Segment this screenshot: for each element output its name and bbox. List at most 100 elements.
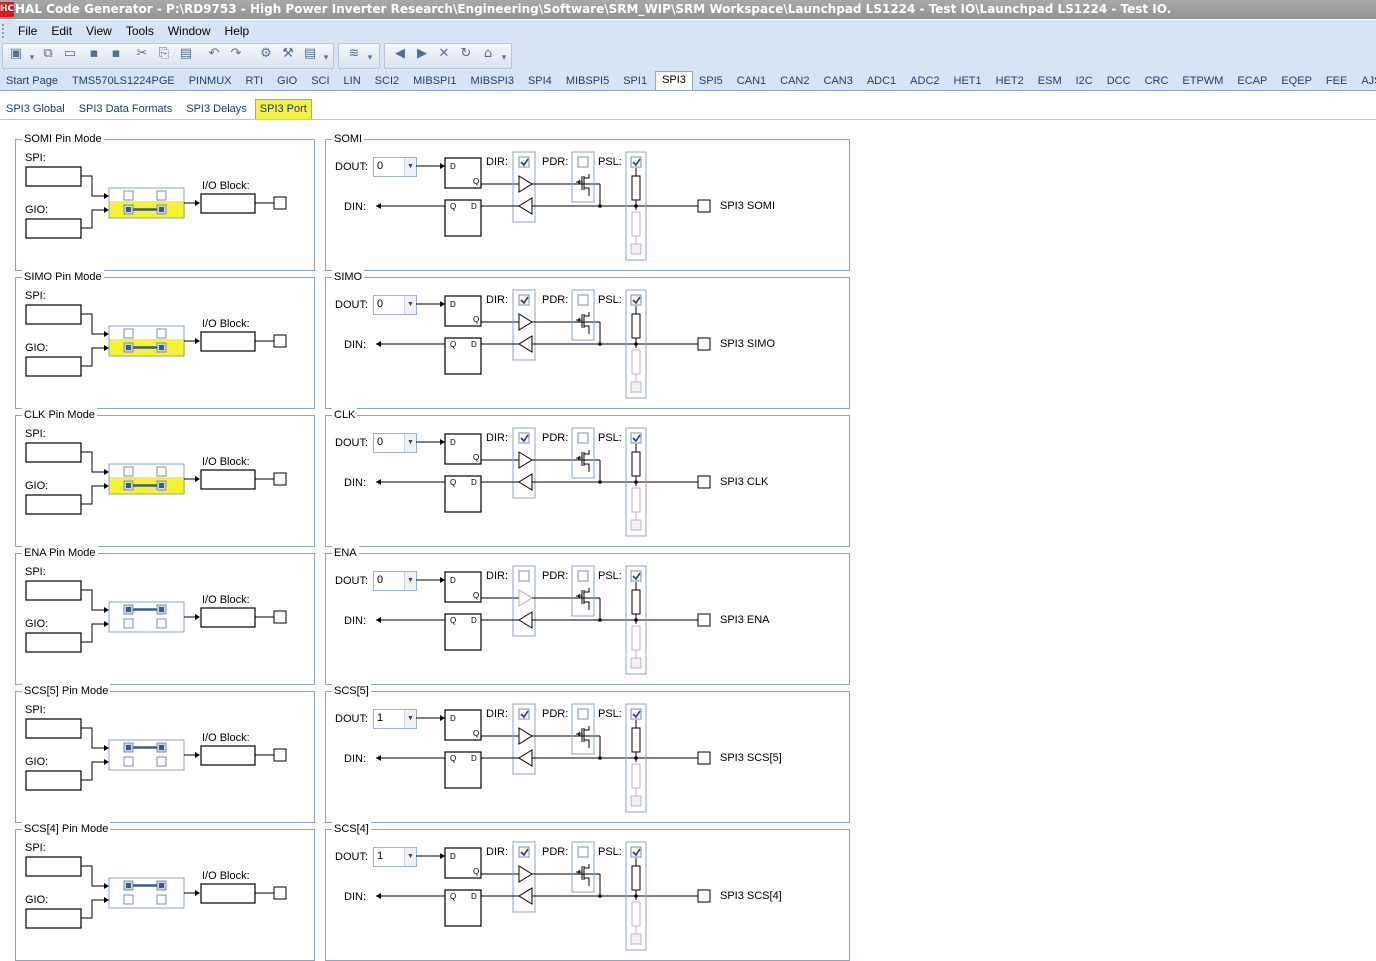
mux-checkbox[interactable] xyxy=(123,618,134,629)
menu-view[interactable]: View xyxy=(80,24,120,38)
tab-can2[interactable]: CAN2 xyxy=(774,75,817,90)
tab-etpwm[interactable]: ETPWM xyxy=(1176,75,1231,90)
dropdown-arrow-icon[interactable]: ▾ xyxy=(28,50,36,66)
mux-checkbox[interactable] xyxy=(156,756,167,767)
pdr-checkbox[interactable] xyxy=(577,708,589,720)
mux-checkbox-mark xyxy=(126,745,131,750)
toolbar-overflow-icon[interactable]: ▾ xyxy=(322,50,330,66)
tab-adc1[interactable]: ADC1 xyxy=(861,75,904,90)
back-icon[interactable]: ◀ xyxy=(392,46,408,62)
save-icon[interactable]: ▪ xyxy=(86,46,102,62)
refresh-icon[interactable]: ↻ xyxy=(458,46,474,62)
tab-crc[interactable]: CRC xyxy=(1139,75,1177,90)
output-buffer-icon xyxy=(518,451,533,469)
redo-icon[interactable]: ↷ xyxy=(228,46,244,62)
tab-sci2[interactable]: SCI2 xyxy=(369,75,407,90)
mux-checkbox[interactable] xyxy=(123,328,134,339)
tab-fee[interactable]: FEE xyxy=(1320,75,1355,90)
settings-icon[interactable]: ⚒ xyxy=(280,46,296,62)
save-all-icon[interactable]: ▪ xyxy=(108,46,124,62)
undo-icon[interactable]: ↶ xyxy=(206,46,222,62)
layers-icon[interactable]: ≋ xyxy=(346,46,362,62)
pull-up-resistor-icon xyxy=(631,865,641,891)
mux-checkbox[interactable] xyxy=(156,618,167,629)
tab-spi4[interactable]: SPI4 xyxy=(522,75,560,90)
pdr-checkbox[interactable] xyxy=(577,294,589,306)
tab-eqep[interactable]: EQEP xyxy=(1275,75,1320,90)
mux-checkbox[interactable] xyxy=(123,894,134,905)
home-icon[interactable]: ⌂ xyxy=(480,46,496,62)
latch-pin-letter: D xyxy=(450,576,456,585)
mux-checkbox[interactable] xyxy=(123,756,134,767)
tab-esm[interactable]: ESM xyxy=(1032,75,1070,90)
tab-spi1[interactable]: SPI1 xyxy=(617,75,655,90)
toolbar-overflow-icon[interactable]: ▾ xyxy=(500,50,508,66)
report-icon[interactable]: ▤ xyxy=(302,46,318,62)
tab-start-page[interactable]: Start Page xyxy=(0,75,66,90)
tab-tms570ls1224pge[interactable]: TMS570LS1224PGE xyxy=(66,75,183,90)
subtab-spi3-global[interactable]: SPI3 Global xyxy=(0,103,73,119)
tab-sci[interactable]: SCI xyxy=(305,75,337,90)
subtab-spi3-port[interactable]: SPI3 Port xyxy=(254,99,312,119)
tab-het1[interactable]: HET1 xyxy=(948,75,990,90)
stop-icon[interactable]: ✕ xyxy=(436,46,452,62)
tab-spi5[interactable]: SPI5 xyxy=(693,75,731,90)
tab-can3[interactable]: CAN3 xyxy=(817,75,860,90)
mux-checkbox[interactable] xyxy=(156,466,167,477)
tab-adc2[interactable]: ADC2 xyxy=(904,75,947,90)
menu-file[interactable]: File xyxy=(12,24,45,38)
pdr-checkbox[interactable] xyxy=(577,432,589,444)
menu-tools[interactable]: Tools xyxy=(120,24,162,38)
cut-icon[interactable]: ✂ xyxy=(134,46,150,62)
din-arrow xyxy=(376,755,381,761)
open-icon[interactable]: ⧉ xyxy=(40,46,56,62)
mux-checkbox[interactable] xyxy=(156,894,167,905)
subtab-spi3-data-formats[interactable]: SPI3 Data Formats xyxy=(73,103,181,119)
tab-i2c[interactable]: I2C xyxy=(1070,75,1101,90)
menu-window[interactable]: Window xyxy=(162,24,219,38)
forward-icon[interactable]: ▶ xyxy=(414,46,430,62)
paste-icon[interactable]: ▤ xyxy=(178,46,194,62)
open-folder-icon[interactable]: ▭ xyxy=(62,46,78,62)
pdr-checkbox[interactable] xyxy=(577,846,589,858)
tab-dcc[interactable]: DCC xyxy=(1101,75,1139,90)
junction-dot xyxy=(634,894,638,898)
new-project-icon[interactable]: ▣ xyxy=(8,46,24,62)
latch-pin-letter: D xyxy=(471,892,477,901)
mux-checkbox[interactable] xyxy=(123,466,134,477)
spi-wire xyxy=(81,727,108,749)
tab-lin[interactable]: LIN xyxy=(338,75,369,90)
din-arrow xyxy=(376,479,381,485)
gio-source-box xyxy=(25,632,82,653)
tab-rti[interactable]: RTI xyxy=(240,75,272,90)
menu-help[interactable]: Help xyxy=(219,24,258,38)
mux-checkbox[interactable] xyxy=(156,328,167,339)
pin-mode-group: SIMO Pin Mode SPI: GIO: I/O Block: xyxy=(15,270,315,409)
dir-checkbox[interactable] xyxy=(518,570,530,582)
pdr-checkbox[interactable] xyxy=(577,570,589,582)
tab-mibspi5[interactable]: MIBSPI5 xyxy=(560,75,617,90)
copy-icon[interactable]: ⎘ xyxy=(156,46,172,62)
spi-source-box xyxy=(25,166,82,187)
tab-ajsm[interactable]: AJSM xyxy=(1355,75,1376,90)
tab-mibspi3[interactable]: MIBSPI3 xyxy=(465,75,522,90)
toolbar-overflow-icon[interactable]: ▾ xyxy=(366,50,374,66)
menu-edit[interactable]: Edit xyxy=(45,24,80,38)
tab-spi3[interactable]: SPI3 xyxy=(655,71,693,90)
io-block-box xyxy=(200,745,256,766)
junction-dot xyxy=(634,342,638,346)
tab-het2[interactable]: HET2 xyxy=(990,75,1032,90)
tab-gio[interactable]: GIO xyxy=(271,75,305,90)
mux-checkbox[interactable] xyxy=(156,190,167,201)
sub-tab-strip: SPI3 Global SPI3 Data Formats SPI3 Delays S… xyxy=(0,96,1376,120)
spi-source-box xyxy=(25,856,82,877)
tab-can1[interactable]: CAN1 xyxy=(731,75,774,90)
mux-box xyxy=(108,739,185,771)
tab-ecap[interactable]: ECAP xyxy=(1231,75,1275,90)
subtab-spi3-delays[interactable]: SPI3 Delays xyxy=(180,103,255,119)
pdr-checkbox[interactable] xyxy=(577,156,589,168)
generate-code-icon[interactable]: ⚙ xyxy=(258,46,274,62)
tab-pinmux[interactable]: PINMUX xyxy=(183,75,240,90)
mux-checkbox[interactable] xyxy=(123,190,134,201)
tab-mibspi1[interactable]: MIBSPI1 xyxy=(407,75,464,90)
